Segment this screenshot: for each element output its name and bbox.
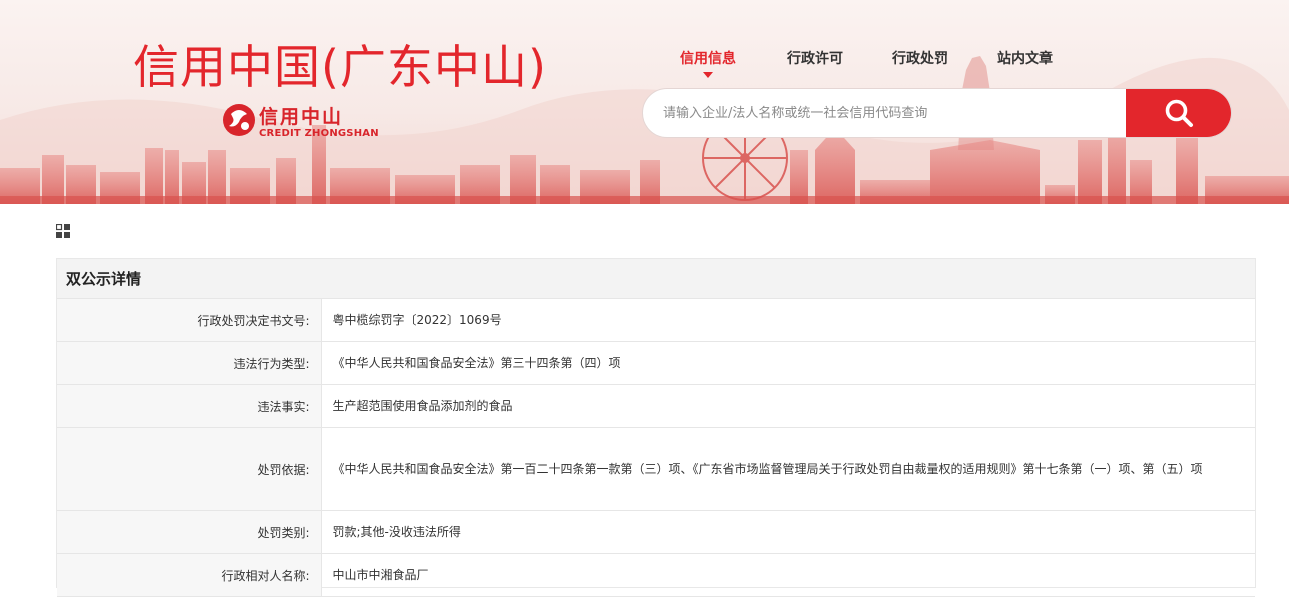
table-row: 处罚类别: 罚款;其他-没收违法所得 (57, 510, 1255, 554)
search-button[interactable] (1126, 89, 1231, 137)
row-value-violation-type: 《中华人民共和国食品安全法》第三十四条第（四）项 (321, 341, 1255, 385)
row-value-decision-number: 粤中榄综罚字〔2022〕1069号 (321, 299, 1255, 342)
row-label-violation-facts: 违法事实: (57, 384, 322, 428)
table-row: 行政相对人名称: 中山市中湘食品厂 (57, 553, 1255, 597)
credit-zhongshan-logo[interactable]: 信用中山 CREDIT ZHONGSHAN (221, 102, 381, 142)
nav-administrative-license[interactable]: 行政许可 (787, 48, 843, 68)
table-row: 违法行为类型: 《中华人民共和国食品安全法》第三十四条第（四）项 (57, 341, 1255, 385)
site-title: 信用中国(广东中山) (133, 40, 547, 94)
row-label-decision-number: 行政处罚决定书文号: (57, 299, 322, 342)
logo-english-text: CREDIT ZHONGSHAN (259, 128, 379, 139)
row-value-violation-facts: 生产超范围使用食品添加剂的食品 (321, 384, 1255, 428)
row-value-penalty-category: 罚款;其他-没收违法所得 (321, 510, 1255, 554)
grid-menu-icon[interactable] (56, 224, 70, 238)
search-bar (642, 88, 1232, 138)
search-input[interactable] (643, 89, 1128, 137)
row-label-counterparty-name: 行政相对人名称: (57, 553, 322, 597)
row-label-penalty-category: 处罚类别: (57, 510, 322, 554)
row-label-penalty-basis: 处罚依据: (57, 427, 322, 511)
detail-panel: 双公示详情 行政处罚决定书文号: 粤中榄综罚字〔2022〕1069号 违法行为类… (56, 258, 1256, 597)
row-label-violation-type: 违法行为类型: (57, 341, 322, 385)
detail-title: 双公示详情 (57, 259, 1255, 299)
logo-chinese-text: 信用中山 (259, 106, 344, 128)
table-row: 违法事实: 生产超范围使用食品添加剂的食品 (57, 384, 1255, 428)
nav-site-articles[interactable]: 站内文章 (997, 48, 1053, 68)
logo-mark-icon (223, 104, 255, 136)
header-banner: 信用中国(广东中山) 信用中山 CREDIT ZHONGSHAN 信用信息 行政… (0, 0, 1289, 204)
row-value-penalty-basis: 《中华人民共和国食品安全法》第一百二十四条第一款第（三）项、《广东省市场监督管理… (321, 427, 1255, 511)
nav-credit-info[interactable]: 信用信息 (680, 48, 736, 78)
detail-table: 行政处罚决定书文号: 粤中榄综罚字〔2022〕1069号 违法行为类型: 《中华… (57, 299, 1255, 597)
nav-administrative-penalty[interactable]: 行政处罚 (892, 48, 948, 68)
row-value-counterparty-name: 中山市中湘食品厂 (321, 553, 1255, 597)
search-icon (1165, 99, 1193, 127)
table-row: 处罚依据: 《中华人民共和国食品安全法》第一百二十四条第一款第（三）项、《广东省… (57, 427, 1255, 511)
table-row: 行政处罚决定书文号: 粤中榄综罚字〔2022〕1069号 (57, 299, 1255, 342)
